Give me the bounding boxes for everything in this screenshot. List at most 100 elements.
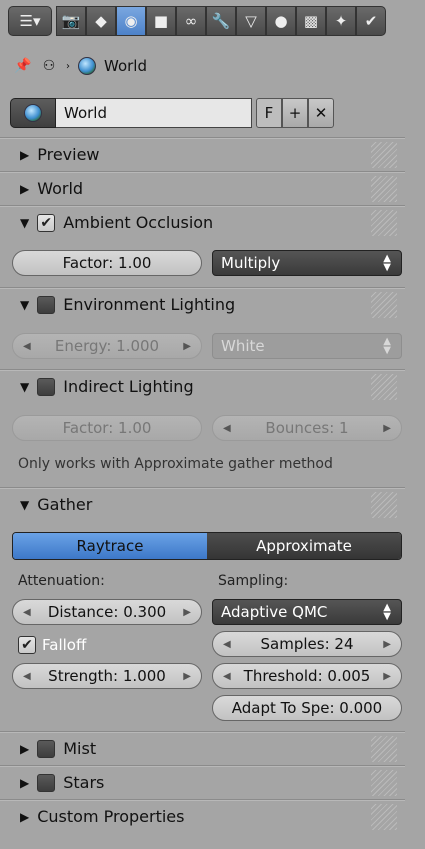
- collapsed-triangle-icon: ▶: [20, 181, 30, 196]
- physics-icon[interactable]: ✔: [356, 6, 386, 36]
- drag-grip-icon[interactable]: [371, 210, 397, 236]
- attenuation-label: Attenuation:: [18, 573, 105, 589]
- constraints-icon[interactable]: ∞: [176, 6, 206, 36]
- add-world-button[interactable]: +: [282, 98, 308, 128]
- decrement-arrow-icon[interactable]: ◀: [223, 639, 231, 650]
- expanded-triangle-icon: ▼: [20, 379, 30, 394]
- increment-arrow-icon[interactable]: ▶: [183, 671, 191, 682]
- drag-grip-icon[interactable]: [371, 374, 397, 400]
- panel-header-preview[interactable]: ▶ Preview: [0, 137, 405, 171]
- pin-icon[interactable]: 📌: [14, 57, 32, 75]
- decrement-arrow-icon[interactable]: ◀: [23, 607, 31, 618]
- samples-value: Samples: 24: [260, 635, 354, 653]
- sampling-method-value: Adaptive QMC: [221, 603, 328, 621]
- falloff-label: Falloff: [42, 636, 87, 654]
- drag-grip-icon[interactable]: [371, 142, 397, 168]
- falloff-checkbox[interactable]: ✔: [18, 636, 36, 654]
- increment-arrow-icon[interactable]: ▶: [383, 671, 391, 682]
- panel-header-environment-lighting[interactable]: ▼ Environment Lighting: [0, 287, 405, 321]
- indirect-note: Only works with Approximate gather metho…: [18, 456, 333, 472]
- world-datablock-row: World F + ✕: [10, 98, 334, 128]
- increment-arrow-icon[interactable]: ▶: [183, 607, 191, 618]
- panel-label: Stars: [63, 773, 105, 792]
- panel-header-custom-properties[interactable]: ▶ Custom Properties: [0, 799, 405, 833]
- env-energy-value: Energy: 1.000: [54, 337, 160, 355]
- strength-value: Strength: 1.000: [48, 667, 166, 685]
- unlink-world-button[interactable]: ✕: [308, 98, 334, 128]
- raytrace-button[interactable]: Raytrace: [13, 533, 207, 559]
- material-icon[interactable]: ●: [266, 6, 296, 36]
- env-energy-field[interactable]: ◀ Energy: 1.000 ▶: [12, 333, 202, 359]
- ao-blend-value: Multiply: [221, 254, 281, 272]
- samples-field[interactable]: ◀ Samples: 24 ▶: [212, 631, 402, 657]
- drag-grip-icon[interactable]: [371, 492, 397, 518]
- panel-header-gather[interactable]: ▼ Gather: [0, 487, 405, 521]
- stars-checkbox[interactable]: [37, 773, 56, 792]
- panel-label: Gather: [37, 495, 93, 514]
- distance-value: Distance: 0.300: [47, 603, 167, 621]
- panel-label: Environment Lighting: [63, 295, 236, 314]
- strength-field[interactable]: ◀ Strength: 1.000 ▶: [12, 663, 202, 689]
- data-icon[interactable]: ▽: [236, 6, 266, 36]
- modifiers-icon[interactable]: 🔧: [206, 6, 236, 36]
- expanded-triangle-icon: ▼: [20, 497, 30, 512]
- updown-arrows-icon: ▲ ▼: [383, 602, 391, 622]
- distance-field[interactable]: ◀ Distance: 0.300 ▶: [12, 599, 202, 625]
- indirect-factor-value: Factor: 1.00: [62, 419, 152, 437]
- expanded-triangle-icon: ▼: [20, 297, 30, 312]
- decrement-arrow-icon[interactable]: ◀: [223, 671, 231, 682]
- object-icon[interactable]: ■: [146, 6, 176, 36]
- collapsed-triangle-icon: ▶: [20, 741, 30, 756]
- chevron-right-icon: ›: [66, 60, 70, 72]
- falloff-toggle[interactable]: ✔ Falloff: [18, 636, 86, 654]
- panel-label: World: [37, 179, 84, 198]
- decrement-arrow-icon[interactable]: ◀: [23, 671, 31, 682]
- particles-icon[interactable]: ✦: [326, 6, 356, 36]
- panel-header-ambient-occlusion[interactable]: ▼ ✔ Ambient Occlusion: [0, 205, 405, 239]
- world-name-field[interactable]: World: [56, 98, 252, 128]
- drag-grip-icon[interactable]: [371, 804, 397, 830]
- env-color-dropdown[interactable]: White ▲ ▼: [212, 333, 402, 359]
- approximate-button[interactable]: Approximate: [207, 533, 401, 559]
- adapt-to-speed-field[interactable]: Adapt To Spe: 0.000: [212, 695, 402, 721]
- world-globe-icon: [78, 57, 96, 75]
- panel-header-world[interactable]: ▶ World: [0, 171, 405, 205]
- fake-user-button[interactable]: F: [256, 98, 282, 128]
- panel-header-indirect-lighting[interactable]: ▼ Indirect Lighting: [0, 369, 405, 403]
- world-tab-icon[interactable]: ◉: [116, 6, 146, 36]
- panel-label: Custom Properties: [37, 807, 185, 826]
- drag-grip-icon[interactable]: [371, 292, 397, 318]
- panel-label: Indirect Lighting: [63, 377, 194, 396]
- indirect-bounces-field[interactable]: ◀ Bounces: 1 ▶: [212, 415, 402, 441]
- drag-grip-icon[interactable]: [371, 736, 397, 762]
- editor-type-button[interactable]: ☰▾: [8, 6, 52, 36]
- render-layers-icon[interactable]: ◆: [86, 6, 116, 36]
- sampling-method-dropdown[interactable]: Adaptive QMC ▲ ▼: [212, 599, 402, 625]
- ao-blend-dropdown[interactable]: Multiply ▲ ▼: [212, 250, 402, 276]
- collapsed-triangle-icon: ▶: [20, 809, 30, 824]
- environment-lighting-checkbox[interactable]: [37, 295, 56, 314]
- increment-arrow-icon[interactable]: ▶: [183, 341, 191, 352]
- panel-header-mist[interactable]: ▶ Mist: [0, 731, 405, 765]
- threshold-field[interactable]: ◀ Threshold: 0.005 ▶: [212, 663, 402, 689]
- world-browse-button[interactable]: [10, 98, 56, 128]
- ambient-occlusion-checkbox[interactable]: ✔: [37, 213, 56, 232]
- decrement-arrow-icon[interactable]: ◀: [223, 423, 231, 434]
- mist-checkbox[interactable]: [37, 739, 56, 758]
- increment-arrow-icon[interactable]: ▶: [383, 423, 391, 434]
- render-icon[interactable]: 📷: [56, 6, 86, 36]
- drag-grip-icon[interactable]: [371, 176, 397, 202]
- expanded-triangle-icon: ▼: [20, 215, 30, 230]
- indirect-lighting-checkbox[interactable]: [37, 377, 56, 396]
- panel-label: Mist: [63, 739, 97, 758]
- ao-factor-value: Factor: 1.00: [62, 254, 152, 272]
- decrement-arrow-icon[interactable]: ◀: [23, 341, 31, 352]
- breadcrumb: 📌 ⚇ › World: [14, 54, 147, 78]
- increment-arrow-icon[interactable]: ▶: [383, 639, 391, 650]
- collapsed-triangle-icon: ▶: [20, 775, 30, 790]
- indirect-factor-field[interactable]: Factor: 1.00: [12, 415, 202, 441]
- texture-icon[interactable]: ▩: [296, 6, 326, 36]
- ao-factor-field[interactable]: Factor: 1.00: [12, 250, 202, 276]
- drag-grip-icon[interactable]: [371, 770, 397, 796]
- panel-header-stars[interactable]: ▶ Stars: [0, 765, 405, 799]
